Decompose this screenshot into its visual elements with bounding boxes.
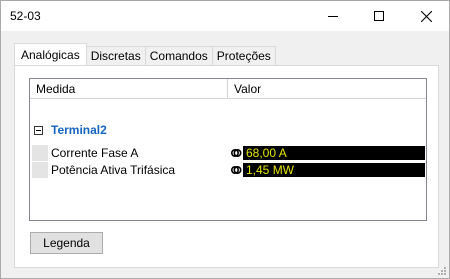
close-button[interactable]: [403, 1, 449, 31]
maximize-button[interactable]: [356, 1, 402, 31]
tab-protecoes[interactable]: Proteções: [211, 46, 276, 65]
resize-grip-icon[interactable]: [437, 266, 447, 276]
row-selector[interactable]: [32, 145, 48, 161]
measurements-grid: Medida Valor Terminal2 Corrente Fase A 6…: [29, 78, 427, 221]
window-title: 52-03: [10, 9, 41, 23]
measurement-label: Potência Ativa Trifásica: [51, 163, 176, 177]
table-row[interactable]: Potência Ativa Trifásica 1,45 MW: [30, 162, 426, 178]
column-header-valor[interactable]: Valor: [234, 82, 261, 96]
measurement-value: 1,45 MW: [243, 163, 425, 177]
table-row[interactable]: Corrente Fase A 68,00 A: [30, 145, 426, 161]
minimize-button[interactable]: [310, 1, 356, 31]
tab-strip: Analógicas Discretas Comandos Proteções: [14, 43, 276, 65]
link-icon: [230, 148, 242, 158]
column-header-medida[interactable]: Medida: [36, 82, 75, 96]
link-icon: [230, 165, 242, 175]
measurement-value: 68,00 A: [243, 146, 425, 160]
tab-discretas[interactable]: Discretas: [85, 46, 146, 65]
legenda-button[interactable]: Legenda: [30, 232, 103, 254]
group-row-terminal: Terminal2: [34, 122, 107, 138]
column-divider[interactable]: [227, 79, 228, 99]
tab-panel-analogicas: Medida Valor Terminal2 Corrente Fase A 6…: [14, 65, 439, 268]
grid-header: Medida Valor: [30, 79, 426, 99]
tab-analogicas[interactable]: Analógicas: [14, 43, 87, 65]
title-bar[interactable]: 52-03: [1, 1, 449, 31]
maximize-icon: [374, 11, 384, 21]
group-label: Terminal2: [51, 123, 107, 137]
main-window: 52-03 Analógicas Discretas Comandos Prot…: [0, 0, 450, 279]
minimize-icon: [328, 15, 338, 17]
tab-comandos[interactable]: Comandos: [144, 46, 213, 65]
close-icon: [420, 10, 432, 22]
row-selector[interactable]: [32, 162, 48, 178]
collapse-icon[interactable]: [34, 125, 43, 135]
measurement-label: Corrente Fase A: [51, 146, 139, 160]
